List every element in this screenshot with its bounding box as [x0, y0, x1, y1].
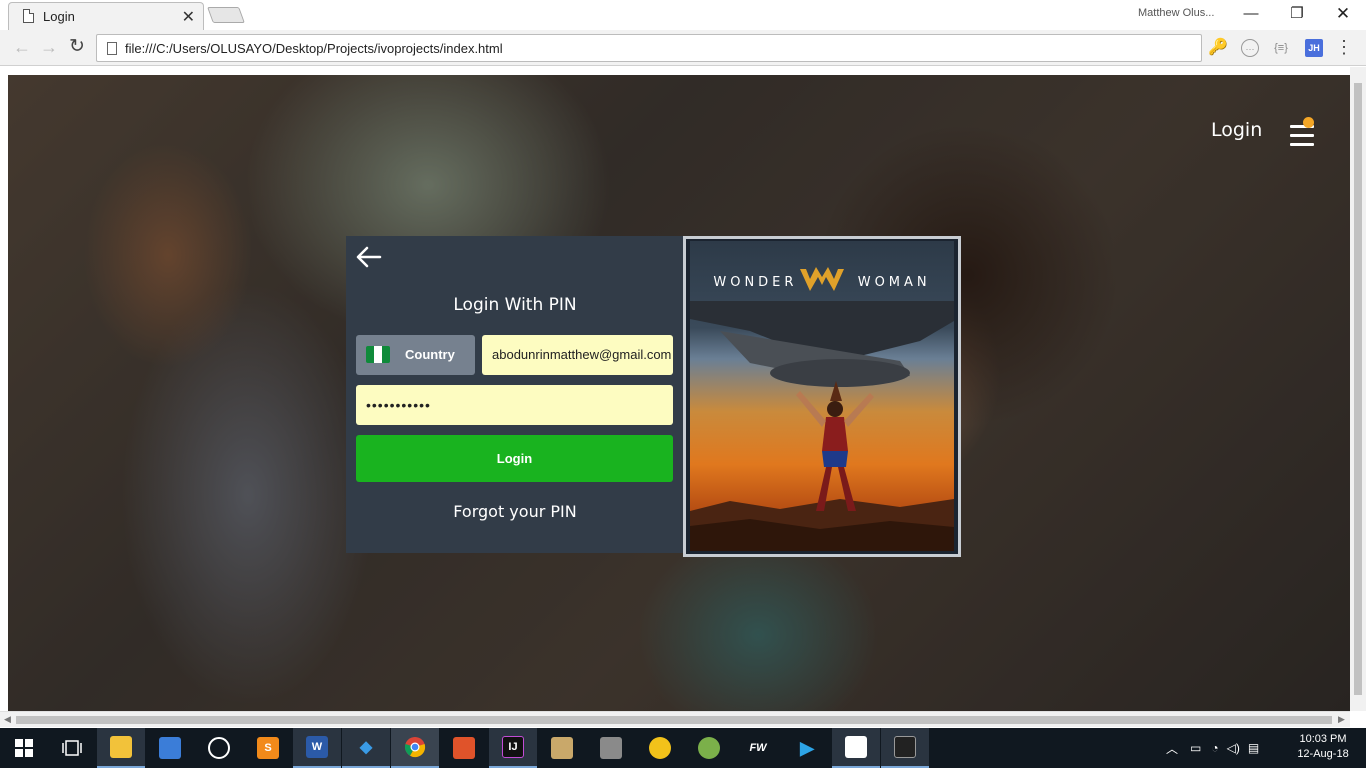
- url-text[interactable]: file:///C:/Users/OLUSAYO/Desktop/Project…: [125, 41, 503, 56]
- system-tray: ︿ ▭ ◔ ◁) ▤: [1166, 728, 1259, 768]
- gimp-icon[interactable]: [587, 728, 635, 768]
- movie-poster-frame: WONDER WOMAN: [683, 236, 961, 557]
- forward-button[interactable]: →: [37, 36, 61, 60]
- browser-tabstrip: Login ✕ Matthew Olus... — ❐ ✕: [0, 0, 1366, 30]
- restore-button[interactable]: ❐: [1274, 3, 1320, 25]
- word-icon[interactable]: W: [293, 728, 341, 768]
- task-view-icon[interactable]: [48, 728, 96, 768]
- taskbar-clock[interactable]: 10:03 PM 12-Aug-18: [1290, 732, 1356, 762]
- reload-button[interactable]: ↻: [65, 36, 89, 60]
- country-selector[interactable]: Country: [356, 335, 475, 375]
- page-viewport: Login Login With PIN Country abodunrinma…: [0, 67, 1366, 711]
- hero-background-image: Login Login With PIN Country abodunrinma…: [8, 75, 1350, 711]
- horizontal-scrollbar[interactable]: ◀ ▶: [0, 711, 1350, 727]
- start-button-icon[interactable]: [0, 728, 48, 768]
- forgot-pin-link[interactable]: Forgot your PIN: [346, 502, 684, 521]
- country-label: Country: [405, 347, 455, 362]
- close-window-button[interactable]: ✕: [1320, 3, 1366, 25]
- panel-title: Login With PIN: [453, 295, 577, 315]
- document-icon: [23, 9, 34, 23]
- back-arrow-icon[interactable]: [354, 242, 384, 272]
- notification-dot: [1303, 117, 1314, 128]
- file-explorer-icon[interactable]: [97, 728, 145, 768]
- tab-title: Login: [43, 9, 75, 24]
- terminal-icon[interactable]: [881, 728, 929, 768]
- wonder-woman-poster: WONDER WOMAN: [690, 241, 954, 551]
- back-button[interactable]: ←: [10, 36, 34, 60]
- control-panel-icon[interactable]: [146, 728, 194, 768]
- clock-date: 12-Aug-18: [1297, 748, 1349, 760]
- android-studio-icon[interactable]: [685, 728, 733, 768]
- wifi-icon[interactable]: ◔: [1211, 741, 1218, 755]
- vertical-scrollbar[interactable]: [1350, 67, 1366, 711]
- address-bar[interactable]: file:///C:/Users/OLUSAYO/Desktop/Project…: [96, 34, 1202, 62]
- horizontal-scroll-thumb[interactable]: [16, 716, 1332, 724]
- browser-tab-login[interactable]: Login ✕: [8, 2, 204, 30]
- poster-artwork: [690, 301, 954, 551]
- scroll-left-icon[interactable]: ◀: [4, 714, 11, 725]
- clock-time: 10:03 PM: [1299, 733, 1347, 745]
- tray-chevron-icon[interactable]: ︿: [1166, 740, 1178, 757]
- key-icon[interactable]: 🔑: [1208, 39, 1228, 57]
- vscode-icon[interactable]: ◆: [342, 728, 390, 768]
- login-panel: Login With PIN Country abodunrinmatthew@…: [346, 236, 684, 553]
- nav-login-link[interactable]: Login: [1211, 119, 1262, 141]
- email-input[interactable]: abodunrinmatthew@gmail.com: [482, 335, 673, 375]
- profile-name[interactable]: Matthew Olus...: [1138, 7, 1214, 19]
- browser-toolbar: ← → ↻ file:///C:/Users/OLUSAYO/Desktop/P…: [0, 30, 1366, 66]
- windows-taskbar: S W ◆ IJ FW ▶ ︿ ▭ ◔ ◁) ▤ 10:03 PM 12-Aug…: [0, 728, 1366, 768]
- new-tab-button[interactable]: [207, 7, 245, 23]
- hamburger-menu-icon[interactable]: [1290, 125, 1314, 146]
- intellij-icon[interactable]: IJ: [489, 728, 537, 768]
- login-button[interactable]: Login: [356, 435, 673, 482]
- fw-icon[interactable]: FW: [734, 728, 782, 768]
- poster-title-left: WONDER: [713, 275, 798, 290]
- sublime-text-icon[interactable]: S: [244, 728, 292, 768]
- nigeria-flag-icon: [366, 346, 390, 363]
- sourcetree-icon[interactable]: [440, 728, 488, 768]
- page-info-icon[interactable]: [107, 42, 117, 55]
- photos-icon[interactable]: [832, 728, 880, 768]
- volume-icon[interactable]: ◁): [1227, 741, 1240, 755]
- braces-extension-icon[interactable]: {≡}: [1272, 39, 1290, 57]
- chrome-icon[interactable]: [391, 728, 439, 768]
- scroll-right-icon[interactable]: ▶: [1338, 714, 1345, 725]
- jh-extension-icon[interactable]: JH: [1305, 39, 1323, 57]
- pin-input[interactable]: •••••••••••: [356, 385, 673, 425]
- notifications-icon[interactable]: ▤: [1248, 741, 1259, 755]
- minimize-button[interactable]: —: [1228, 3, 1274, 25]
- circle-extension-icon[interactable]: ⋯: [1241, 39, 1259, 57]
- paint-icon[interactable]: [538, 728, 586, 768]
- chrome-menu-icon[interactable]: ⋮: [1335, 38, 1353, 57]
- battery-icon[interactable]: ▭: [1190, 741, 1201, 755]
- poster-title-right: WOMAN: [857, 275, 931, 290]
- media-player-icon[interactable]: ▶: [783, 728, 831, 768]
- tab-close-icon[interactable]: ✕: [182, 7, 195, 27]
- xampp-icon[interactable]: [636, 728, 684, 768]
- poster-title: WONDER WOMAN: [690, 275, 954, 290]
- obs-icon[interactable]: [195, 728, 243, 768]
